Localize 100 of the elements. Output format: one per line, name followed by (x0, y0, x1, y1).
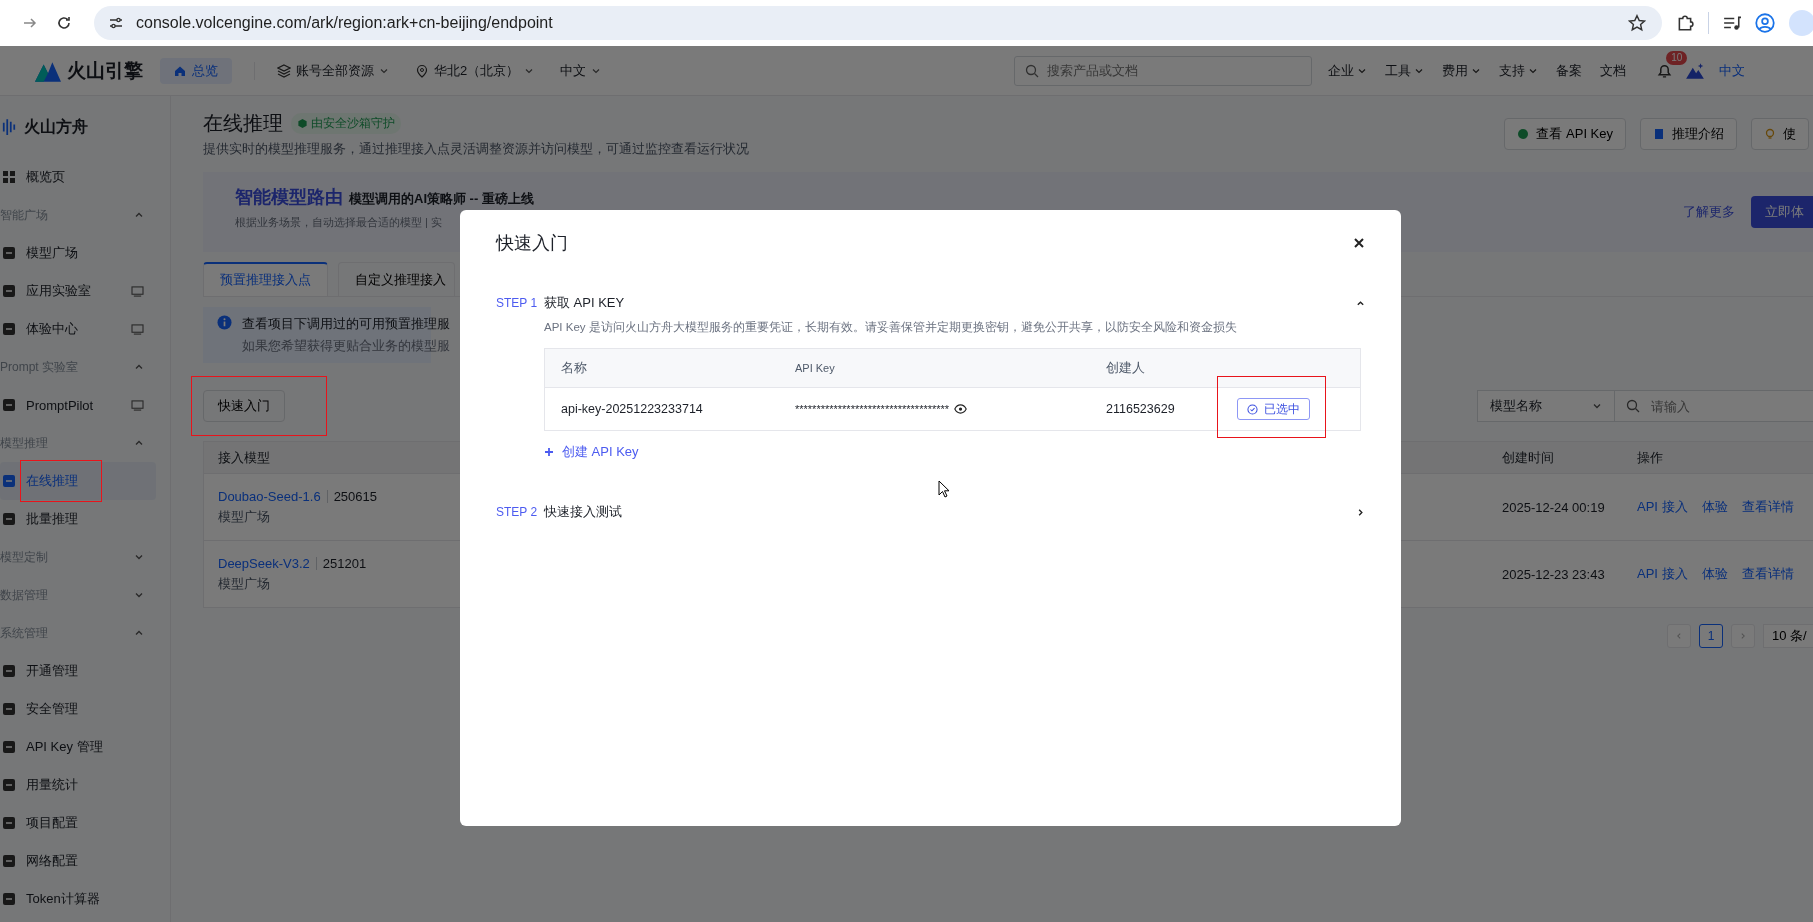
playlist-icon[interactable] (1723, 14, 1741, 32)
nav-link[interactable]: 支持 (1499, 61, 1539, 80)
tile-icon (2, 474, 16, 488)
mountain-sparkle-icon[interactable] (1685, 61, 1706, 80)
nav-dropdown[interactable]: 账号全部资源 (277, 61, 389, 80)
coin-icon (1517, 128, 1530, 140)
sidebar-item[interactable]: 批量推理 (0, 500, 156, 538)
chevron-right-icon (1739, 632, 1747, 640)
sidebar-item[interactable]: 模型广场 (0, 234, 156, 272)
search-field[interactable]: 请输入 (1615, 390, 1813, 422)
sidebar-item[interactable]: 体验中心 (0, 310, 156, 348)
step-header[interactable]: STEP 2 快速接入测试 (496, 495, 1371, 529)
url-text: console.volcengine.com/ark/region:ark+cn-beijing/endpoint (136, 14, 554, 32)
dialog-title: 快速入门 (496, 232, 568, 255)
chevron-up-icon (134, 362, 144, 372)
sidebar-item[interactable]: 安全管理 (0, 690, 156, 728)
step-number: STEP 1 (496, 296, 539, 310)
banner-title: 智能模型路由 (235, 185, 343, 209)
table-cell: api-key-20251223233714 (561, 402, 703, 416)
chevron-right-icon[interactable] (1356, 507, 1365, 517)
bell-icon[interactable] (1656, 62, 1674, 79)
chevron-left-icon (1675, 632, 1683, 640)
action-link[interactable]: 体验 (1701, 498, 1728, 516)
sidebar-item[interactable]: 应用实验室 (0, 272, 156, 310)
header-button[interactable]: 推理介绍 (1640, 118, 1737, 150)
banner-headline: 模型调用的AI策略师 -- 重磅上线 (349, 189, 534, 208)
table-cell: 2025-12-24 00:19 (1502, 499, 1605, 515)
page-title: 在线推理 (203, 111, 283, 136)
nav-link[interactable]: 备案 (1556, 61, 1583, 80)
create-api-key-link[interactable]: 创建 API Key (544, 443, 639, 461)
site-settings-icon[interactable] (108, 15, 124, 31)
column-header: 接入模型 (218, 449, 270, 465)
location-pin-icon (415, 63, 429, 78)
header-button[interactable]: 使 (1751, 118, 1809, 150)
quick-start-button[interactable]: 快速入门 (203, 390, 285, 422)
table-cell: 2116523629 (1106, 402, 1175, 416)
sidebar-item[interactable]: Token计算器 (0, 880, 156, 918)
selected-button[interactable]: 已选中 (1237, 398, 1310, 420)
mouse-cursor-icon (938, 480, 950, 498)
chevron-up-icon (134, 210, 144, 220)
sidebar-item[interactable]: 项目配置 (0, 804, 156, 842)
language-switch[interactable]: 中文 (1719, 61, 1746, 80)
column-header: 创建时间 (1502, 449, 1554, 465)
page-size-select[interactable]: 10 条/ (1763, 624, 1813, 648)
chevron-up-icon (134, 628, 144, 638)
chevron-down-icon (134, 552, 144, 562)
model-source: 模型广场 (218, 574, 270, 593)
chevron-up-icon (134, 438, 144, 448)
model-version: 250615 (333, 488, 378, 504)
nav-link[interactable]: 工具 (1385, 61, 1425, 80)
puzzle-icon[interactable] (1676, 14, 1694, 32)
action-link[interactable]: 查看详情 (1741, 565, 1794, 583)
reload-icon[interactable] (56, 15, 72, 31)
close-icon[interactable] (1353, 237, 1365, 249)
nav-link[interactable]: 企业 (1328, 61, 1368, 80)
filter-select[interactable]: 模型名称 (1477, 390, 1615, 422)
sidebar-item[interactable]: 用量统计 (0, 766, 156, 804)
overview-button[interactable]: 总览 (160, 57, 232, 84)
nav-link[interactable]: 费用 (1442, 61, 1482, 80)
search-field[interactable]: 搜索产品或文档 (1014, 55, 1313, 86)
column-header: 创建人 (1106, 360, 1145, 375)
tab[interactable]: 自定义推理接入 (338, 262, 455, 296)
nav-link[interactable]: 文档 (1600, 61, 1627, 80)
profile-icon[interactable] (1755, 13, 1775, 33)
sidebar-item[interactable]: 开通管理 (0, 652, 156, 690)
step-header[interactable]: STEP 1 获取 API KEY (496, 286, 1371, 320)
masked-key: ************************************ (795, 403, 950, 415)
action-link[interactable]: API 接入 (1637, 565, 1688, 583)
address-bar[interactable]: console.volcengine.com/ark/region:ark+cn-beijing/endpoint (94, 6, 1662, 40)
chevron-up-icon[interactable] (1356, 298, 1365, 308)
model-version: 251201 (322, 555, 367, 571)
sidebar-item[interactable]: PromptPilot (0, 386, 156, 424)
action-link[interactable]: 查看详情 (1741, 498, 1794, 516)
document-icon (1653, 128, 1665, 140)
sidebar-item[interactable]: 在线推理 (0, 462, 156, 500)
model-link[interactable]: Doubao-Seed-1.6 (218, 488, 321, 504)
action-link[interactable]: 体验 (1701, 565, 1728, 583)
tab[interactable]: 预置推理接入点 (203, 262, 328, 296)
nav-dropdown[interactable]: 中文 (560, 61, 602, 80)
nav-dropdown[interactable]: 华北2（北京） (415, 61, 535, 80)
brand-name[interactable]: 火山引擎 (67, 57, 143, 84)
action-link[interactable]: API 接入 (1637, 498, 1688, 516)
sidebar-item[interactable]: API Key 管理 (0, 728, 156, 766)
learn-more-link[interactable]: 了解更多 (1683, 203, 1735, 221)
info-icon (217, 315, 232, 330)
product-name: 火山方舟 (24, 116, 88, 137)
model-source: 模型广场 (218, 507, 270, 526)
step-number: STEP 2 (496, 505, 539, 519)
model-link[interactable]: DeepSeek-V3.2 (218, 555, 310, 571)
bookmark-star-icon[interactable] (1628, 14, 1646, 32)
column-header: 名称 (561, 360, 587, 375)
header-button[interactable]: 查看 API Key (1504, 118, 1626, 150)
column-header: API Key (795, 362, 835, 374)
sidebar-item[interactable]: 网络配置 (0, 842, 156, 880)
step-title: 快速接入测试 (544, 503, 622, 521)
notification-count: 10 (1666, 51, 1688, 65)
sidebar-item[interactable]: 概览页 (0, 158, 156, 196)
page-button[interactable]: 1 (1699, 624, 1723, 648)
eye-icon[interactable] (954, 404, 968, 414)
try-now-button[interactable]: 立即体 (1751, 196, 1813, 228)
